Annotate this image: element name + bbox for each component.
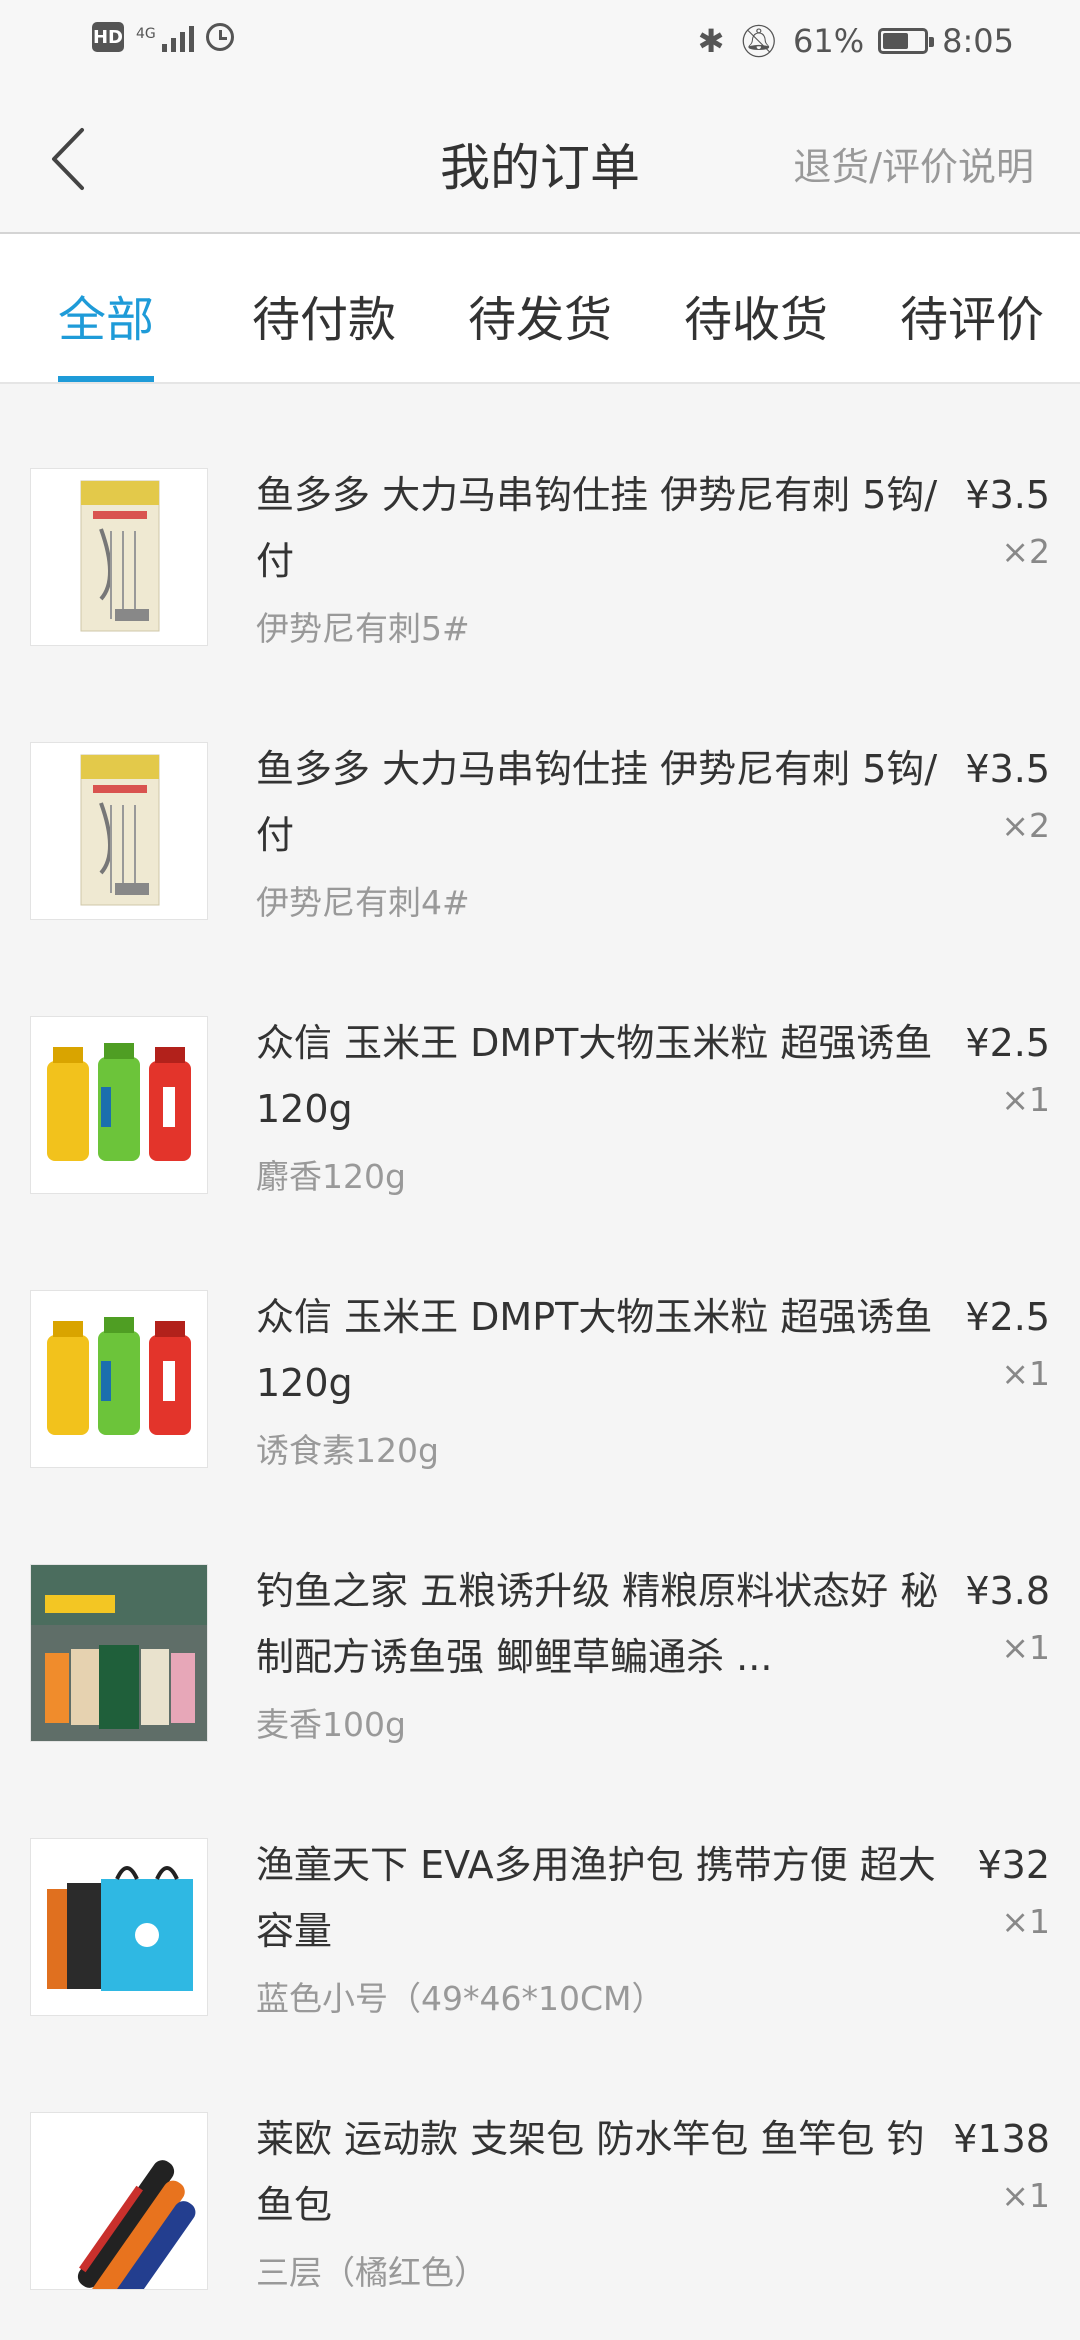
navigation-bar: 我的订单 退货/评价说明 [0,84,1080,234]
chevron-left-icon [52,128,84,190]
battery-fill [883,33,908,49]
product-thumbnail[interactable] [30,2112,208,2290]
product-spec: 三层（橘红色） [256,2253,487,2292]
product-title: 鱼多多 大力马串钩仕挂 伊势尼有刺 5钩/付 [256,747,938,857]
alarm-icon [205,23,234,51]
order-item[interactable]: 鱼多多 大力马串钩仕挂 伊势尼有刺 5钩/付 伊势尼有刺5# ¥3.5 ×2 [0,432,1080,694]
product-thumbnail[interactable] [30,468,208,646]
rod-bags-image [77,2160,196,2289]
product-spec: 诱食素120g [256,1431,439,1470]
tab-pending-shipment[interactable]: 待发货 [468,280,612,350]
product-title: 众信 玉米王 DMPT大物玉米粒 超强诱鱼 120g [256,1021,933,1131]
product-title: 钓鱼之家 五粮诱升级 精粮原料状态好 秘制配方诱鱼强 鲫鲤草鳊通杀 ... [256,1569,939,1679]
product-spec: 麝香120g [256,1157,406,1196]
back-button[interactable] [44,124,104,194]
tab-pending-receipt[interactable]: 待收货 [684,280,828,350]
product-price: ¥2.5 [965,1021,1050,1065]
bluetooth-icon: ✱ [697,22,725,60]
product-quantity: ×1 [1001,1354,1050,1393]
tab-pending-review[interactable]: 待评价 [900,280,1044,350]
product-title: 众信 玉米王 DMPT大物玉米粒 超强诱鱼 120g [256,1295,933,1405]
mute-icon: 🔕︎ [738,22,780,60]
product-quantity: ×2 [1001,532,1050,571]
battery-icon [878,28,935,54]
order-status-tabs: 全部 待付款 待发货 待收货 待评价 [0,234,1080,384]
order-item[interactable]: 众信 玉米王 DMPT大物玉米粒 超强诱鱼 120g 诱食素120g ¥2.5 … [0,1254,1080,1516]
product-quantity: ×2 [1001,806,1050,845]
hd-badge: HD [92,22,124,52]
order-item[interactable]: 众信 玉米王 DMPT大物玉米粒 超强诱鱼 120g 麝香120g ¥2.5 ×… [0,980,1080,1242]
return-review-help-link[interactable]: 退货/评价说明 [793,136,1034,191]
product-thumbnail[interactable] [30,1016,208,1194]
product-price: ¥3.5 [965,473,1050,517]
battery-percent: 61% [793,22,865,60]
bait-powder-bags-image [31,1565,207,1741]
order-item[interactable]: 渔童天下 EVA多用渔护包 携带方便 超大容量 蓝色小号（49*46*10CM）… [0,1802,1080,2064]
product-thumbnail[interactable] [30,742,208,920]
product-spec: 伊势尼有刺5# [256,609,470,648]
product-title: 莱欧 运动款 支架包 防水竿包 鱼竿包 钓鱼包 [256,2117,925,2227]
clock: 8:05 [942,22,1014,60]
product-quantity: ×1 [1001,2176,1050,2215]
product-spec: 伊势尼有刺4# [256,883,470,922]
network-label: 4G [136,26,156,42]
product-spec: 蓝色小号（49*46*10CM） [256,1979,665,2018]
product-thumbnail[interactable] [30,1564,208,1742]
product-spec: 麦香100g [256,1705,406,1744]
product-title: 鱼多多 大力马串钩仕挂 伊势尼有刺 5钩/付 [256,473,938,583]
product-quantity: ×1 [1001,1902,1050,1941]
product-price: ¥32 [977,1843,1050,1887]
tab-all[interactable]: 全部 [58,280,154,350]
status-left: HD 4G [92,22,234,52]
corn-bait-bottles-image [47,1043,191,1161]
product-quantity: ×1 [1001,1080,1050,1119]
active-tab-indicator [58,376,154,382]
order-item[interactable]: 钓鱼之家 五粮诱升级 精粮原料状态好 秘制配方诱鱼强 鲫鲤草鳊通杀 ... 麦香… [0,1528,1080,1790]
product-price: ¥3.5 [965,747,1050,791]
tab-pending-payment[interactable]: 待付款 [252,280,396,350]
product-price: ¥138 [953,2117,1050,2161]
product-price: ¥2.5 [965,1295,1050,1339]
signal-icon [161,22,194,52]
order-item[interactable]: 鱼多多 大力马串钩仕挂 伊势尼有刺 5钩/付 伊势尼有刺4# ¥3.5 ×2 [0,706,1080,968]
status-bar: HD 4G ✱ 🔕︎ 61% 8:05 [0,0,1080,84]
product-thumbnail[interactable] [30,1838,208,2016]
product-price: ¥3.8 [965,1569,1050,1613]
fishing-hook-pack-image [80,754,160,906]
status-right: ✱ 🔕︎ 61% 8:05 [698,22,1014,60]
product-title: 渔童天下 EVA多用渔护包 携带方便 超大容量 [256,1843,936,1953]
product-quantity: ×1 [1001,1628,1050,1667]
product-thumbnail[interactable] [30,1290,208,1468]
eva-fish-bags-image [47,1866,193,1991]
corn-bait-bottles-image [47,1317,191,1435]
fishing-hook-pack-image [80,480,160,632]
order-item[interactable]: 莱欧 运动款 支架包 防水竿包 鱼竿包 钓鱼包 三层（橘红色） ¥138 ×1 [0,2076,1080,2338]
